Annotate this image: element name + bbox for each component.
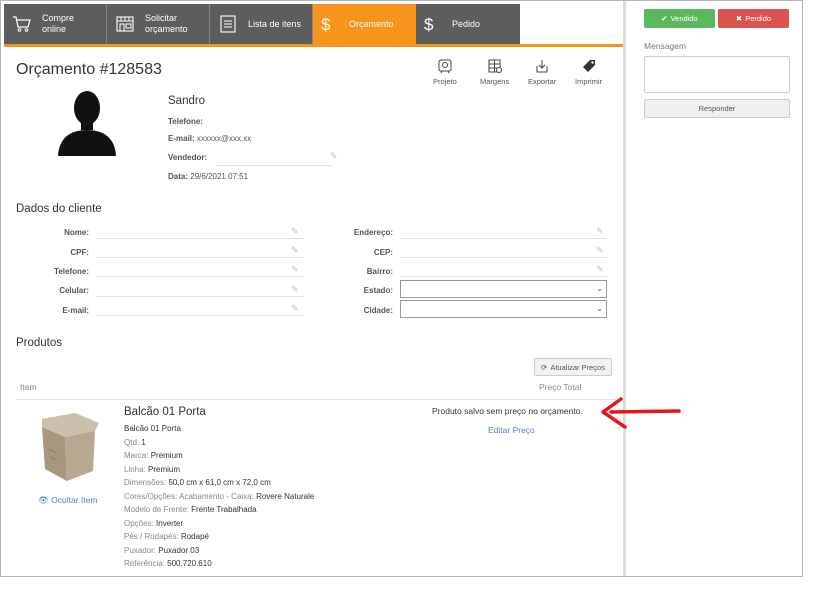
imprimir-button[interactable]: Imprimir — [575, 58, 602, 86]
list-icon — [218, 14, 238, 34]
tab-solicitar-orcamento[interactable]: Solicitar orçamento — [107, 4, 210, 44]
chevron-down-icon: ⌄ — [596, 304, 603, 313]
column-header-item: Item — [20, 382, 37, 392]
product-opcoes: Opções: Inverter — [124, 519, 184, 528]
tab-pedido[interactable]: $ Pedido — [416, 4, 520, 44]
cpf-field[interactable] — [96, 244, 304, 258]
nome-field[interactable] — [96, 225, 304, 239]
vendido-button[interactable]: ✔ Vendido — [644, 9, 715, 28]
export-icon — [536, 60, 548, 73]
message-input[interactable] — [644, 56, 790, 93]
message-label: Mensagem — [644, 41, 687, 51]
pencil-icon[interactable]: ✎ — [291, 226, 299, 237]
perdido-button[interactable]: ✖ Perdido — [718, 9, 789, 28]
tab-compre-online[interactable]: Compre online — [4, 4, 107, 44]
editar-preco-link[interactable]: Editar Preço — [488, 425, 535, 435]
product-linha: Linha: Premium — [124, 465, 181, 474]
pencil-icon[interactable]: ✎ — [291, 303, 299, 314]
red-arrow-annotation — [601, 397, 681, 429]
dollar-icon: $ — [424, 14, 434, 34]
margens-button[interactable]: Margens — [480, 58, 509, 86]
product-title: Balcão 01 Porta — [124, 406, 206, 418]
estado-select[interactable]: ⌄ — [400, 280, 607, 298]
product-image — [42, 413, 99, 481]
atualizar-precos-button[interactable]: ⟳ Atualizar Preços — [534, 358, 612, 376]
pencil-icon[interactable]: ✎ — [596, 226, 604, 237]
contact-data: Data: 29/6/2021 07:51 — [168, 172, 249, 181]
responder-button[interactable]: Responder — [644, 99, 790, 118]
tab-accent-line — [4, 44, 623, 47]
column-header-preco: Preço Total — [539, 382, 582, 392]
field-label-cep: CEP: — [373, 248, 393, 257]
pencil-icon[interactable]: ✎ — [596, 264, 604, 275]
telefone-field[interactable] — [96, 263, 304, 277]
close-icon: ✖ — [735, 14, 743, 23]
product-cores: Cores/Opções: Acabamento - Caixa: Rovere… — [124, 492, 315, 501]
pencil-icon[interactable]: ✎ — [596, 245, 604, 256]
chevron-down-icon: ⌄ — [596, 284, 603, 293]
tab-bar: Compre online Solicitar orçamento Lista de… — [4, 4, 520, 44]
field-label-bairro: Bairro: — [366, 267, 393, 276]
celular-field[interactable] — [96, 283, 304, 297]
dollar-icon: $ — [321, 14, 331, 34]
refresh-icon: ⟳ — [541, 362, 548, 372]
divider — [16, 399, 616, 400]
cidade-select[interactable]: ⌄ — [400, 300, 607, 318]
product-qtd: Qtd: 1 — [124, 438, 146, 447]
product-marca: Marca: Premium — [124, 451, 183, 460]
contact-email: E-mail: xxxxxx@xxx.xx — [168, 134, 252, 143]
field-label-nome: Nome: — [64, 228, 89, 237]
cart-icon — [12, 14, 32, 34]
contact-vendedor-label: Vendedor: — [168, 153, 208, 162]
store-icon — [115, 14, 135, 34]
field-label-cpf: CPF: — [70, 248, 89, 257]
tag-icon — [582, 60, 595, 72]
price-message: Produto salvo sem preço no orçamento. — [432, 406, 583, 416]
app-window: Compre online Solicitar orçamento Lista de… — [0, 0, 803, 577]
projeto-button[interactable]: Projeto — [433, 58, 457, 86]
pencil-icon[interactable]: ✎ — [330, 151, 338, 162]
product-pes: Pés / Rodapés: Rodapé — [124, 532, 209, 541]
tab-orcamento[interactable]: $ Orçamento — [313, 4, 416, 44]
cep-field[interactable] — [400, 244, 607, 258]
product-puxador: Puxador: Puxador 03 — [124, 546, 200, 555]
page-title: Orçamento #128583 — [16, 61, 162, 78]
field-label-email: E-mail: — [62, 306, 89, 315]
pencil-icon[interactable]: ✎ — [291, 284, 299, 295]
client-section-title: Dados do cliente — [16, 203, 102, 215]
product-frente: Modelo de Frente: Frente Trabalhada — [124, 505, 257, 514]
avatar — [58, 91, 116, 156]
ocultar-item-link[interactable]: 👁 Ocultar Item — [38, 495, 97, 506]
field-label-celular: Celular: — [59, 286, 89, 295]
product-dimensoes: Dimensões: 50,0 cm x 61,0 cm x 72,0 cm — [124, 478, 271, 487]
pencil-icon[interactable]: ✎ — [291, 264, 299, 275]
product-subname: Balcão 01 Porta — [124, 424, 181, 433]
field-label-endereco: Endereço: — [353, 228, 393, 237]
calculator-icon — [488, 59, 502, 73]
field-label-estado: Estado: — [363, 286, 393, 295]
project-icon — [438, 59, 452, 74]
tab-lista-de-itens[interactable]: Lista de itens — [210, 4, 313, 44]
exportar-button[interactable]: Exportar — [528, 58, 556, 86]
product-referencia: Referência: 500.720.610 — [124, 559, 212, 568]
contact-name: Sandro — [168, 95, 206, 107]
eye-icon: 👁 — [38, 495, 49, 505]
pencil-icon[interactable]: ✎ — [291, 245, 299, 256]
bairro-field[interactable] — [400, 263, 607, 277]
contact-telefone-label: Telefone: — [168, 117, 203, 126]
field-label-cidade: Cidade: — [363, 306, 393, 315]
panel-divider — [623, 1, 626, 576]
endereco-field[interactable] — [400, 225, 607, 239]
vendedor-field[interactable] — [216, 165, 331, 166]
check-icon: ✔ — [661, 14, 668, 23]
products-section-title: Produtos — [16, 337, 63, 349]
email-field[interactable] — [96, 302, 304, 316]
field-label-telefone: Telefone: — [54, 267, 89, 276]
